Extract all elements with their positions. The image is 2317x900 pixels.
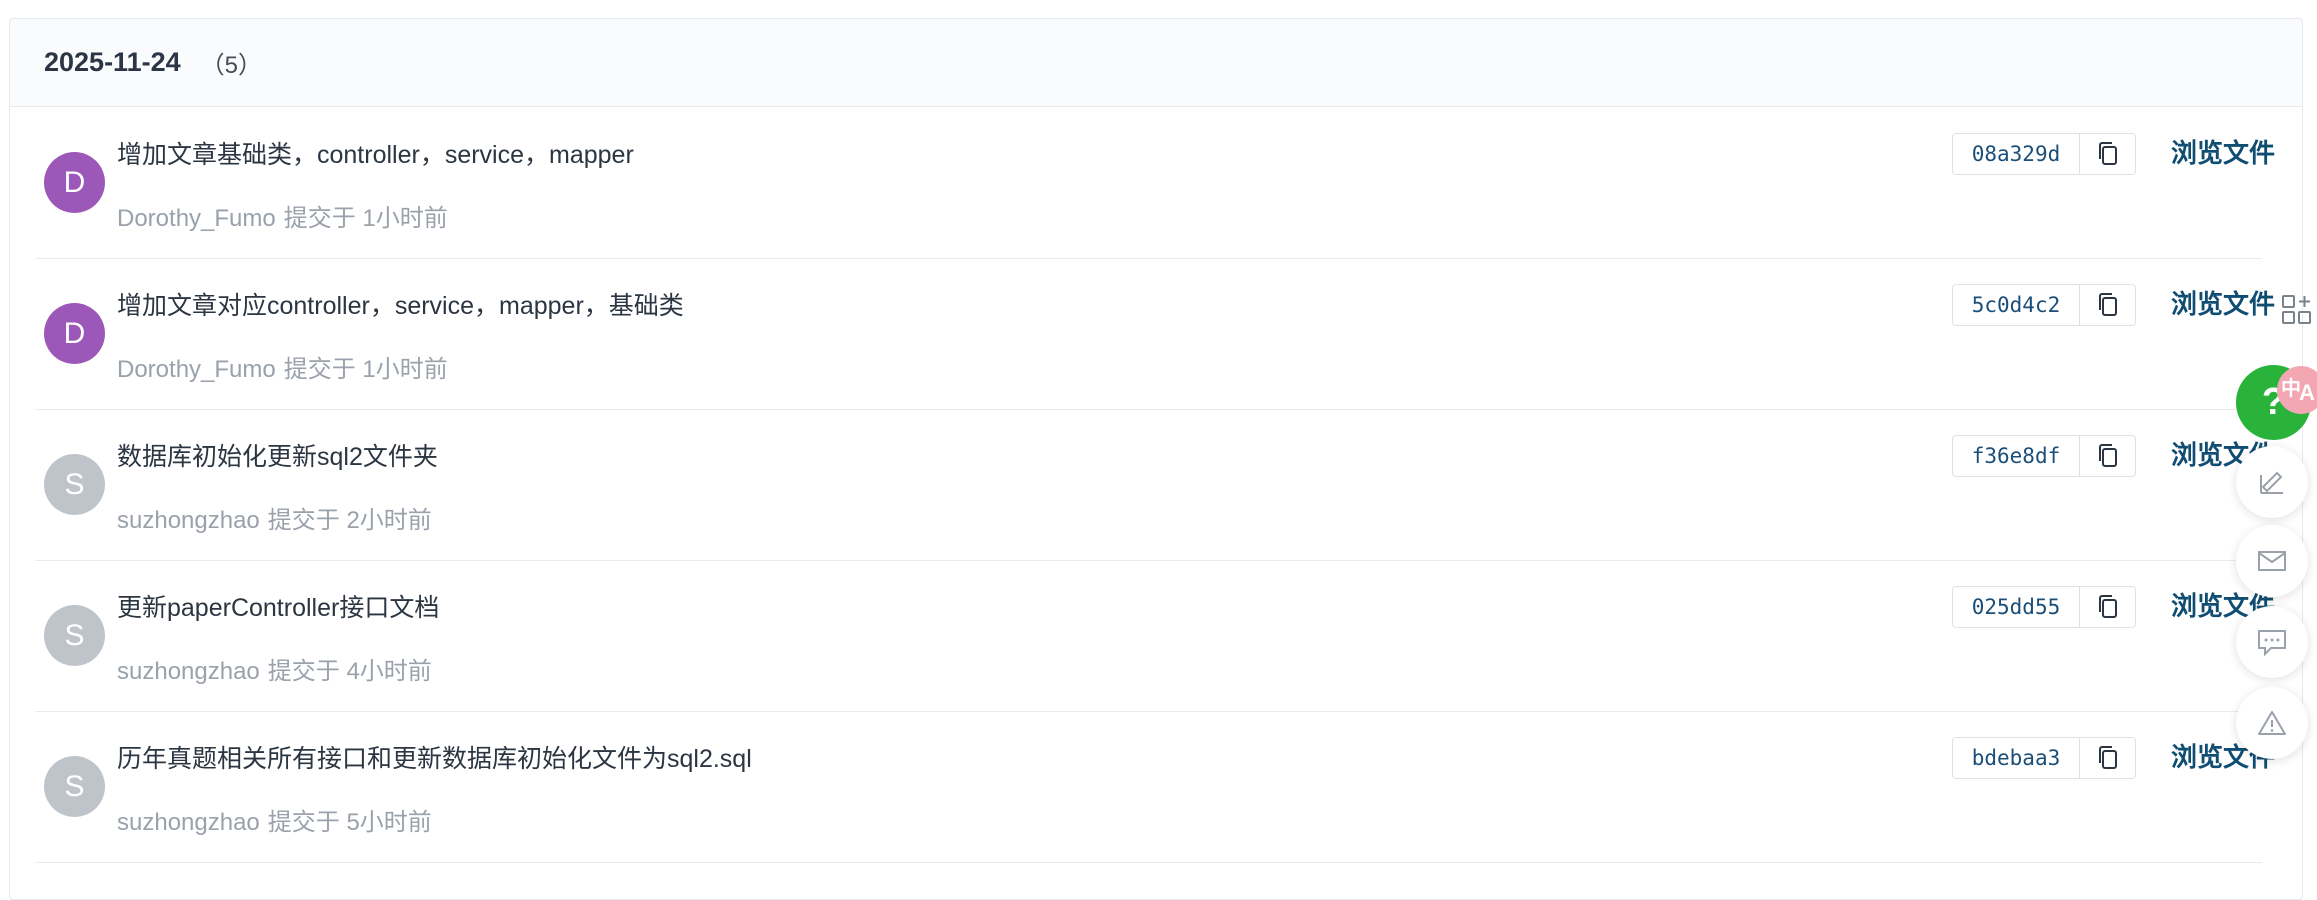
commit-time: 提交于 5小时前 (267, 809, 432, 836)
commit-date: 2025-11-24 (44, 47, 181, 77)
report-button[interactable] (2236, 687, 2308, 759)
copy-icon (2098, 444, 2117, 467)
copy-sha-button[interactable] (2080, 587, 2135, 627)
commit-row: D 增加文章基础类，controller，service，mapper Doro… (35, 107, 2275, 259)
apps-add-icon[interactable] (2281, 293, 2313, 332)
comment-icon (2258, 630, 2286, 656)
copy-sha-button[interactable] (2080, 134, 2135, 174)
commit-sha[interactable]: 5c0d4c2 (1953, 285, 2080, 325)
commit-meta: Dorothy_Fumo 提交于 1小时前 (117, 198, 448, 233)
commit-time: 提交于 2小时前 (267, 507, 432, 534)
copy-sha-button[interactable] (2080, 436, 2135, 476)
copy-icon (2098, 293, 2117, 316)
commit-sha-box: 5c0d4c2 (1952, 284, 2136, 326)
commit-author[interactable]: suzhongzhao (117, 507, 260, 534)
commit-row: D 增加文章对应controller，service，mapper，基础类 Do… (35, 258, 2275, 410)
commit-sha-box: f36e8df (1952, 435, 2136, 477)
commit-message[interactable]: 更新paperController接口文档 (117, 588, 439, 624)
commit-time: 提交于 1小时前 (283, 356, 448, 383)
copy-icon (2098, 746, 2117, 769)
commit-meta: suzhongzhao 提交于 5小时前 (117, 802, 432, 837)
avatar[interactable]: D (44, 152, 105, 213)
copy-sha-button[interactable] (2080, 738, 2135, 778)
browse-files-link[interactable]: 浏览文件 (2171, 133, 2275, 170)
commit-time: 提交于 1小时前 (283, 205, 448, 232)
commit-sha[interactable]: bdebaa3 (1953, 738, 2080, 778)
mail-icon (2258, 551, 2286, 571)
commit-author[interactable]: suzhongzhao (117, 658, 260, 685)
commit-count: （5） (200, 52, 262, 79)
commit-message[interactable]: 增加文章基础类，controller，service，mapper (117, 135, 634, 171)
warning-icon (2258, 711, 2286, 735)
browse-files-link[interactable]: 浏览文件 (2171, 284, 2275, 321)
edit-button[interactable] (2236, 446, 2308, 518)
comment-button[interactable] (2236, 606, 2308, 678)
commit-sha[interactable]: f36e8df (1953, 436, 2080, 476)
commit-meta: suzhongzhao 提交于 4小时前 (117, 651, 432, 686)
commit-sha-box: 08a329d (1952, 133, 2136, 175)
commit-author[interactable]: Dorothy_Fumo (117, 356, 276, 383)
commit-message[interactable]: 数据库初始化更新sql2文件夹 (117, 437, 438, 473)
edit-icon (2260, 471, 2283, 494)
commit-message[interactable]: 增加文章对应controller，service，mapper，基础类 (117, 286, 684, 322)
commit-author[interactable]: suzhongzhao (117, 809, 260, 836)
commit-row: S 历年真题相关所有接口和更新数据库初始化文件为sql2.sql suzhong… (35, 711, 2275, 863)
copy-sha-button[interactable] (2080, 285, 2135, 325)
commit-row: S 更新paperController接口文档 suzhongzhao 提交于 4… (35, 560, 2275, 712)
commit-author[interactable]: Dorothy_Fumo (117, 205, 276, 232)
language-badge[interactable]: 中 A (2277, 366, 2317, 414)
avatar[interactable]: S (44, 756, 105, 817)
commit-row: S 数据库初始化更新sql2文件夹 suzhongzhao 提交于 2小时前 f3… (35, 409, 2275, 561)
commit-meta: Dorothy_Fumo 提交于 1小时前 (117, 349, 448, 384)
commit-sha-box: 025dd55 (1952, 586, 2136, 628)
avatar[interactable]: S (44, 454, 105, 515)
commit-sha[interactable]: 025dd55 (1953, 587, 2080, 627)
mail-button[interactable] (2236, 525, 2308, 597)
commit-time: 提交于 4小时前 (267, 658, 432, 685)
copy-icon (2098, 142, 2117, 165)
copy-icon (2098, 595, 2117, 618)
commit-group-header: 2025-11-24 （5） (10, 19, 2302, 107)
avatar[interactable]: S (44, 605, 105, 666)
commit-sha[interactable]: 08a329d (1953, 134, 2080, 174)
commit-sha-box: bdebaa3 (1952, 737, 2136, 779)
commit-meta: suzhongzhao 提交于 2小时前 (117, 500, 432, 535)
commit-message[interactable]: 历年真题相关所有接口和更新数据库初始化文件为sql2.sql (117, 739, 752, 775)
avatar[interactable]: D (44, 303, 105, 364)
